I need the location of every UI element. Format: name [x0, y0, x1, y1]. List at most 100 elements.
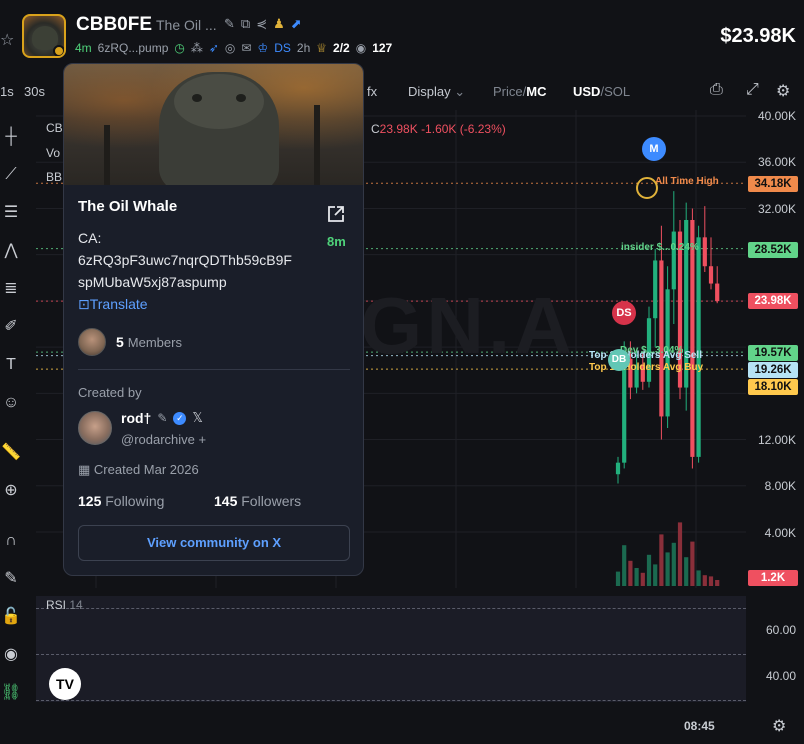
fib-icon[interactable]: ≣ — [0, 278, 22, 300]
rsi-name: RSI — [46, 598, 67, 612]
eye-toggle-icon[interactable]: ◉ — [0, 644, 22, 666]
feather-icon[interactable]: ➶ — [209, 41, 219, 55]
volume-bar — [622, 545, 627, 586]
horizontal-lines-icon[interactable]: ☰ — [0, 202, 22, 224]
rsi-period: 14 — [69, 598, 83, 612]
community-popover: The Oil Whale CA: 6zRQ3pF3uwc7nqrQDThb59… — [63, 63, 364, 576]
banner-derrick — [104, 125, 110, 185]
brush-icon[interactable]: ✐ — [0, 316, 22, 338]
follow-plus-icon[interactable]: + — [199, 432, 207, 447]
share-icon[interactable]: ⋞ — [256, 16, 267, 32]
dev-sell-marker[interactable]: DS — [612, 301, 636, 325]
crosshair-icon[interactable]: ┼ — [0, 126, 22, 148]
edit-icon[interactable]: ✎ — [224, 16, 235, 32]
banner-eye — [236, 94, 246, 102]
clock-icon: ◷ — [174, 41, 185, 55]
rsi-upper-band — [36, 608, 746, 609]
trendline-icon[interactable]: ⟋ — [0, 164, 22, 186]
verified-check-icon: ✓ — [173, 411, 187, 425]
emoji-icon[interactable]: ☺ — [0, 392, 22, 414]
holders-icon[interactable]: ⁂ — [191, 41, 203, 55]
members-row[interactable]: 5 Members — [78, 328, 182, 356]
created-date: Created Mar 2026 — [93, 462, 199, 477]
translate-link[interactable]: ⊡Translate — [78, 296, 148, 313]
migration-marker[interactable]: M — [642, 137, 666, 161]
chat-icon[interactable]: ✉ — [241, 41, 251, 55]
ruler-icon[interactable]: 📏 — [0, 442, 22, 464]
ath-marker-icon[interactable] — [636, 177, 658, 199]
token-ticker[interactable]: CBB0FE — [76, 14, 152, 36]
ca-label: CA: — [78, 230, 102, 246]
token-avatar[interactable] — [22, 14, 66, 58]
creator-name-row[interactable]: rod† ✎ ✓ 𝕏 — [121, 410, 203, 426]
chart-settings-icon[interactable]: ⚙ — [772, 716, 786, 736]
zoom-in-icon[interactable]: ⊕ — [0, 480, 22, 502]
creator-avatar[interactable] — [78, 411, 112, 445]
token-name[interactable]: The Oil ... — [156, 17, 217, 33]
favorite-star-icon[interactable]: ☆ — [0, 30, 14, 50]
community-age: 8m — [327, 234, 346, 249]
calendar-icon: ▦ — [78, 462, 91, 477]
lock-drawing-icon[interactable]: ✎ — [0, 568, 22, 590]
usd-sol-toggle[interactable]: USD/SOL — [573, 84, 630, 99]
link-chain-icon[interactable]: ⛓ — [0, 682, 22, 704]
y-axis-label: 36.00K — [757, 155, 796, 169]
following-count: 125 — [78, 493, 102, 509]
sol-option: SOL — [604, 84, 631, 99]
contract-address[interactable]: CA: 6zRQ3pF3uwc7nqrQDThb59cB9F spMUbaW5x… — [78, 227, 292, 293]
timeframe-30s[interactable]: 30s — [24, 84, 45, 99]
x-logo-icon[interactable]: 𝕏 — [192, 410, 202, 426]
created-by-label: Created by — [78, 385, 142, 400]
display-dropdown[interactable]: Display ⌄ — [408, 84, 465, 100]
translate-icon: ⊡ — [78, 296, 90, 312]
volume-bar — [684, 557, 689, 586]
rsi-pane[interactable] — [36, 596, 746, 702]
followers-label: Followers — [241, 493, 302, 509]
candle-body — [653, 260, 658, 319]
fullscreen-icon[interactable]: ⤢ — [746, 81, 759, 99]
ca-line-2: spMUbaW5xj87aspump — [78, 274, 227, 290]
volume-bar — [665, 552, 670, 586]
banner-eye — [192, 94, 202, 102]
legend-symbol: CB — [46, 121, 63, 135]
legend-volume: Vo — [46, 146, 61, 160]
volume-tag: 1.2K — [748, 570, 798, 586]
view-community-button[interactable]: View community on X — [78, 525, 350, 561]
volume-bar — [696, 570, 701, 586]
creator-handle-row[interactable]: @rodarchive + — [121, 432, 206, 447]
following-stat[interactable]: 125 Following — [78, 493, 164, 509]
gear-icon[interactable]: ⚙ — [776, 81, 790, 101]
magnet-icon[interactable]: ∩ — [0, 530, 22, 552]
timeframe-1s[interactable]: 1s — [0, 84, 14, 99]
community-icon[interactable]: ♟ — [273, 16, 285, 32]
eye-icon: ◉ — [355, 41, 367, 55]
text-tool-icon[interactable]: T — [0, 354, 22, 376]
insider-line-label: insider $...0.24% — [621, 242, 699, 253]
copy-icon[interactable]: ⧉ — [241, 16, 250, 32]
tradingview-logo[interactable]: TV — [49, 668, 81, 700]
chart-watermark: GN.A — [360, 281, 576, 370]
ca-short[interactable]: 6zRQ...pump — [98, 41, 169, 55]
candle-body — [671, 231, 676, 290]
ohlc-change: -1.60K (-6.23%) — [421, 122, 506, 136]
created-date-row: ▦ Created Mar 2026 — [78, 462, 199, 478]
indicators-fx-button[interactable]: fx — [367, 84, 377, 99]
insider-price-tag: 28.52K — [748, 242, 798, 258]
ath-line-label: All Time High — [655, 176, 719, 187]
candle-body — [696, 237, 701, 457]
lock-icon[interactable]: 🔓 — [0, 606, 22, 628]
candle-body — [708, 266, 714, 284]
ohlc-close-label: C — [371, 122, 380, 136]
dev-buy-marker[interactable]: DB — [608, 349, 630, 371]
community-banner-image — [64, 64, 363, 185]
candle-body — [615, 462, 621, 475]
link-icon[interactable]: ⬈ — [291, 16, 302, 32]
external-link-icon[interactable] — [326, 204, 346, 224]
camera-icon[interactable]: ⎙ — [710, 81, 723, 99]
pattern-icon[interactable]: ⋀ — [0, 240, 22, 262]
price-mc-toggle[interactable]: Price/MC — [493, 84, 546, 99]
followers-stat[interactable]: 145 Followers — [214, 493, 301, 509]
chef-hat-icon: ♔ — [257, 41, 269, 55]
ath-price-tag: 34.18K — [748, 176, 798, 192]
target-icon[interactable]: ◎ — [225, 41, 235, 55]
